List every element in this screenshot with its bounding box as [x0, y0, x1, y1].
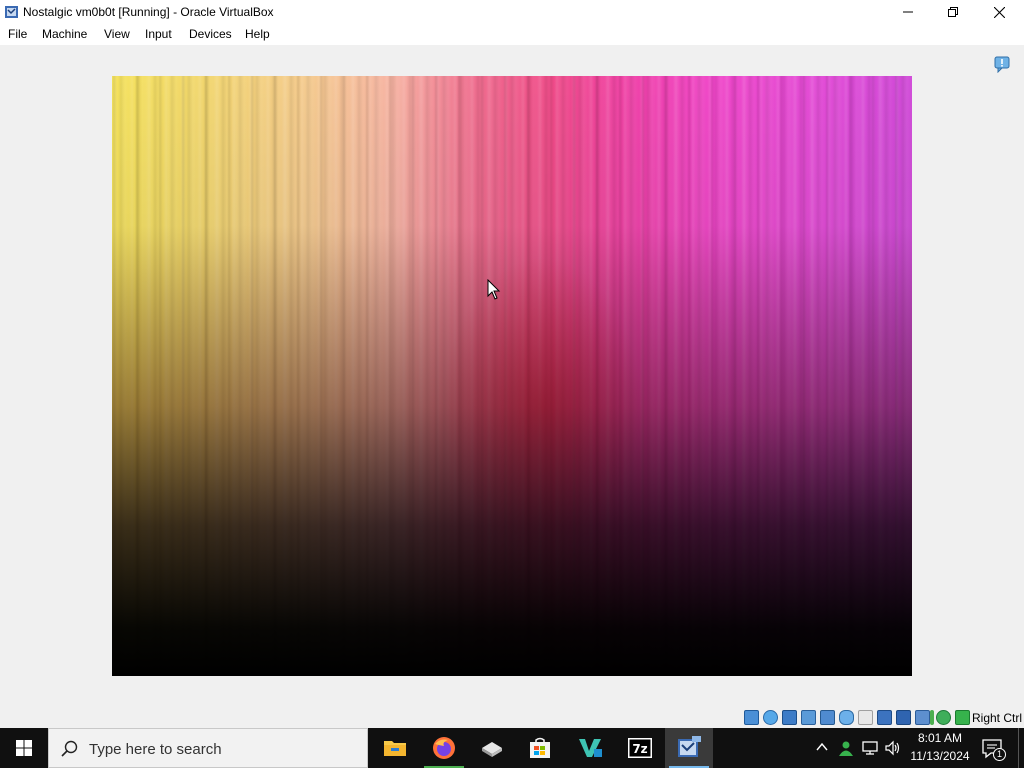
clock-time[interactable]: 8:01 AM: [905, 731, 975, 745]
message-icon[interactable]: [994, 56, 1010, 73]
minimize-icon: [903, 11, 913, 13]
vbox-status-bar: Right Ctrl: [0, 706, 1024, 728]
mouse-cursor-icon: [487, 279, 501, 300]
network-icon[interactable]: [820, 710, 835, 725]
search-icon: [61, 740, 78, 757]
clock-date[interactable]: 11/13/2024: [905, 749, 975, 763]
firefox-icon: [433, 737, 455, 759]
volume-icon[interactable]: [884, 739, 902, 757]
windows-logo-icon: [16, 740, 32, 756]
disk-icon: [482, 742, 502, 757]
close-icon: [993, 6, 1005, 18]
store-icon: [530, 737, 550, 758]
hard-disk-icon[interactable]: [744, 710, 759, 725]
chevron-up-icon[interactable]: [815, 740, 829, 754]
mouse-integration-icon[interactable]: [936, 710, 951, 725]
title-bar[interactable]: Nostalgic vm0b0t [Running] - Oracle Virt…: [0, 0, 1024, 24]
host-key-label: Right Ctrl: [972, 711, 1023, 725]
recording-icon[interactable]: [896, 710, 911, 725]
virtualbox-icon: [678, 736, 701, 757]
guest-screen[interactable]: [112, 76, 912, 676]
taskbar-file-explorer[interactable]: [371, 728, 419, 768]
taskbar-firefox[interactable]: [420, 728, 468, 768]
taskbar-store[interactable]: [516, 728, 564, 768]
floppy-icon[interactable]: [782, 710, 797, 725]
menu-bar: File Machine View Input Devices Help: [0, 24, 1024, 45]
close-button[interactable]: [976, 0, 1022, 24]
display-icon[interactable]: [877, 710, 892, 725]
search-box[interactable]: Type here to search: [48, 728, 368, 768]
notification-count: 1: [993, 748, 1006, 761]
shared-folders-icon[interactable]: [858, 710, 873, 725]
wallpaper-fade: [112, 76, 912, 676]
usb-icon[interactable]: [839, 710, 854, 725]
audio-icon[interactable]: [801, 710, 816, 725]
taskbar: Type here to search 7z 8:01 AM 11/13/202…: [0, 728, 1024, 768]
7zip-label: 7z: [632, 742, 647, 756]
show-desktop-button[interactable]: [1018, 728, 1024, 768]
menu-input[interactable]: Input: [145, 27, 172, 41]
keyboard-icon[interactable]: [955, 710, 970, 725]
menu-help[interactable]: Help: [245, 27, 270, 41]
file-explorer-icon: [384, 741, 406, 756]
vs-code-icon: [579, 739, 602, 757]
menu-devices[interactable]: Devices: [189, 27, 232, 41]
network-icon[interactable]: [861, 739, 879, 757]
minimize-button[interactable]: [885, 0, 931, 24]
menu-view[interactable]: View: [104, 27, 130, 41]
virtualbox-icon: [5, 6, 18, 18]
optical-drive-icon[interactable]: [763, 710, 778, 725]
restore-button[interactable]: [930, 0, 976, 24]
menu-file[interactable]: File: [8, 27, 27, 41]
7zip-icon: 7z: [628, 738, 652, 758]
taskbar-virtualbox[interactable]: [665, 728, 713, 768]
cpu-icon: [930, 710, 934, 725]
window-title: Nostalgic vm0b0t [Running] - Oracle Virt…: [23, 5, 274, 19]
taskbar-vs-code[interactable]: [566, 728, 614, 768]
taskbar-disk-app[interactable]: [468, 728, 516, 768]
start-button[interactable]: [0, 728, 48, 768]
search-placeholder: Type here to search: [89, 741, 222, 758]
people-icon[interactable]: [837, 739, 855, 757]
restore-icon: [948, 7, 958, 17]
taskbar-7zip[interactable]: 7z: [616, 728, 664, 768]
capture-icon[interactable]: [915, 710, 930, 725]
menu-machine[interactable]: Machine: [42, 27, 87, 41]
